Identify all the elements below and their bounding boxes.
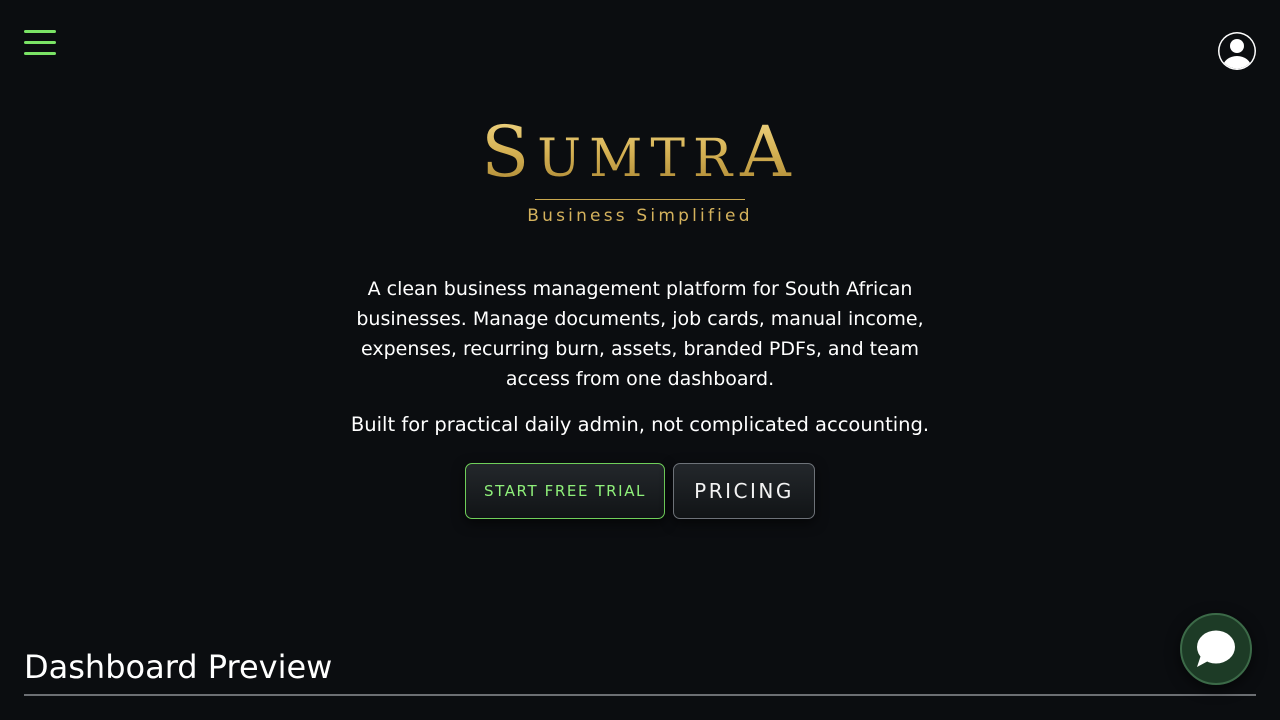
account-button[interactable]	[1216, 30, 1258, 72]
user-circle-icon	[1218, 32, 1256, 70]
start-free-trial-button[interactable]: START FREE TRIAL	[465, 463, 665, 519]
chat-bubble-icon	[1197, 630, 1235, 667]
logo-tagline: Business Simplified	[527, 206, 753, 226]
section-divider	[24, 694, 1256, 696]
pricing-label: PRICING	[694, 479, 794, 503]
pricing-button[interactable]: PRICING	[673, 463, 815, 519]
logo-divider	[535, 199, 745, 200]
dashboard-preview-heading: Dashboard Preview	[24, 648, 333, 686]
brand-logo: SUMTRA Business Simplified	[0, 112, 1280, 226]
hero-subline: Built for practical daily admin, not com…	[350, 413, 930, 436]
start-free-trial-label: START FREE TRIAL	[483, 482, 647, 500]
hero-description: A clean business management platform for…	[356, 278, 924, 390]
chat-button[interactable]	[1180, 613, 1252, 685]
menu-button[interactable]	[22, 28, 58, 58]
logo-wordmark: SUMTRA	[481, 112, 798, 199]
landing-page: SUMTRA Business Simplified A clean busin…	[0, 0, 1280, 720]
